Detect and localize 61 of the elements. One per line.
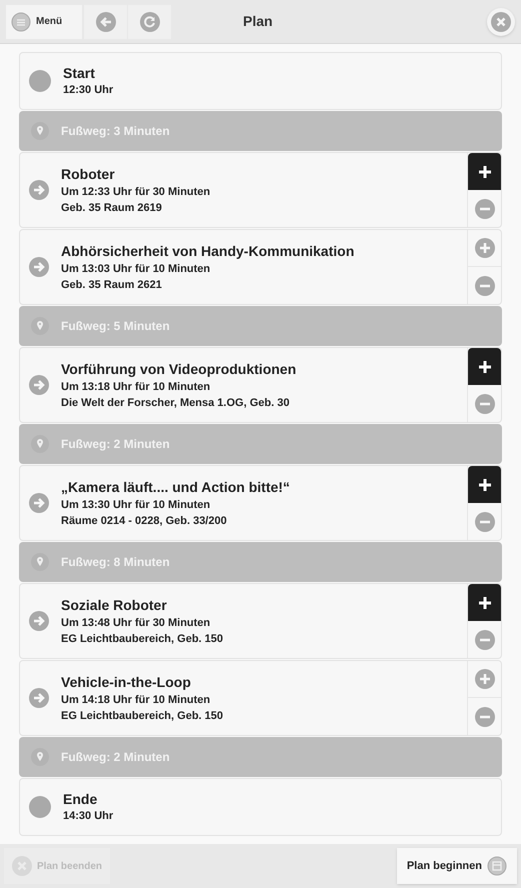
- back-icon: [96, 12, 116, 32]
- dot-icon: [29, 796, 51, 818]
- event-card[interactable]: Roboter Um 12:33 Uhr für 30 Minuten Geb. 35 Raum 2619: [19, 152, 502, 228]
- event-title: Abhörsicherheit von Handy-Kommunikation: [61, 242, 354, 260]
- pin-icon: [31, 553, 49, 571]
- event-time: Um 13:30 Uhr für 10 Minuten: [61, 498, 212, 512]
- add-button[interactable]: [468, 348, 501, 385]
- event-place: Geb. 35 Raum 2619: [61, 200, 163, 216]
- event-card[interactable]: Abhörsicherheit von Handy-Kommunikation Um 13:03 Uhr für 10 Minuten Geb. 35 Raum 2621: [19, 229, 502, 305]
- event-card[interactable]: Soziale Roboter Um 13:48 Uhr für 30 Minuten EG Leichtbaubereich, Geb. 150: [19, 583, 502, 659]
- minus-icon: [474, 198, 494, 218]
- add-button[interactable]: [468, 466, 501, 503]
- event-time: Um 14:18 Uhr für 10 Minuten: [61, 692, 212, 708]
- event-place: Räume 0214 - 0228, Geb. 33/200: [61, 514, 228, 528]
- minus-icon: [474, 394, 494, 414]
- event-place: Die Welt der Forscher, Mensa 1.OG, Geb. 30: [61, 396, 290, 410]
- endpoint-title: Start: [63, 64, 96, 82]
- minus-icon: [474, 630, 494, 650]
- pin-icon: [31, 317, 49, 335]
- reload-icon: [140, 12, 160, 32]
- event-place: Geb. 35 Raum 2621: [61, 278, 163, 292]
- event-title: Soziale Roboter: [61, 596, 168, 614]
- event-time: Um 12:33 Uhr für 30 Minuten: [61, 184, 210, 200]
- start-plan-button[interactable]: Plan beginnen: [396, 848, 517, 884]
- event-title: Vehicle-in-the-Loop: [61, 672, 192, 692]
- plus-icon: [478, 478, 492, 492]
- event-time: Um 13:18 Uhr für 10 Minuten: [61, 380, 212, 394]
- minus-icon: [474, 706, 494, 726]
- plus-icon: [478, 596, 492, 610]
- endpoint-time: 12:30 Uhr: [63, 83, 114, 98]
- minus-icon: [474, 512, 494, 532]
- menu-icon: [11, 12, 31, 32]
- close-icon: [491, 12, 511, 32]
- endpoint-time: 14:30 Uhr: [63, 809, 114, 824]
- add-button[interactable]: [468, 153, 501, 190]
- event-title: „Kamera läuft.... und Action bitte!“: [61, 478, 290, 496]
- event-card[interactable]: Vorführung von Videoproduktionen Um 13:18 Uhr für 10 Minuten Die Welt der Forscher, Mensa 1.OG, Geb. 30: [19, 347, 502, 423]
- endpoint-title: Ende: [63, 790, 98, 808]
- event-card[interactable]: Vehicle-in-the-Loop Um 14:18 Uhr für 10 Minuten EG Leichtbaubereich, Geb. 150: [19, 660, 502, 736]
- add-button[interactable]: [468, 584, 501, 621]
- plus-icon: [478, 164, 492, 178]
- reload-button[interactable]: [128, 4, 171, 38]
- event-place: EG Leichtbaubereich, Geb. 150: [61, 632, 223, 646]
- close-button[interactable]: [487, 8, 515, 36]
- pin-icon: [31, 122, 49, 140]
- minus-icon: [474, 276, 494, 296]
- dot-icon: [29, 70, 51, 92]
- pin-icon: [31, 748, 49, 766]
- event-title: Roboter: [61, 164, 116, 184]
- plus-icon: [478, 360, 492, 374]
- event-time: Um 13:03 Uhr für 10 Minuten: [61, 262, 212, 276]
- event-place: EG Leichtbaubereich, Geb. 150: [61, 708, 223, 724]
- window-title: Plan: [243, 12, 273, 31]
- menu-button[interactable]: Menü: [6, 4, 82, 38]
- plus-icon: [474, 238, 494, 258]
- back-button[interactable]: [84, 4, 127, 38]
- event-card[interactable]: „Kamera läuft.... und Action bitte!“ Um 13:30 Uhr für 10 Minuten Räume 0214 - 0228, Geb. 33/200: [19, 465, 502, 541]
- pin-icon: [31, 435, 49, 453]
- plus-icon: [474, 669, 494, 689]
- event-title: Vorführung von Videoproduktionen: [61, 360, 296, 378]
- event-time: Um 13:48 Uhr für 30 Minuten: [61, 616, 212, 630]
